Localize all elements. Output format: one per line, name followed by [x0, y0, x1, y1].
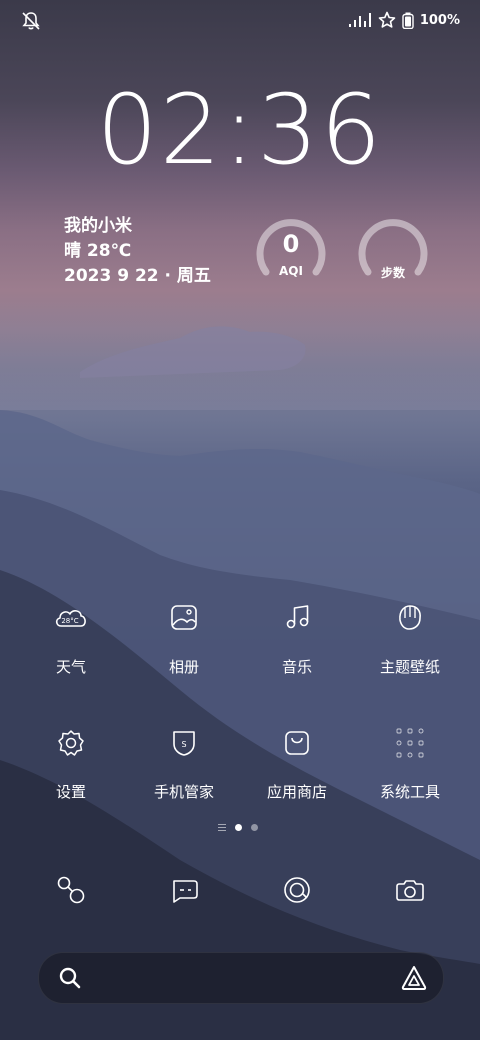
weather-text: 晴 28℃ [64, 241, 132, 261]
status-icons: 100% [348, 11, 460, 29]
app-label: 相册 [168, 658, 199, 676]
weather-icon: 28°C [55, 610, 86, 627]
security-icon: S [173, 731, 195, 756]
app-store-icon [285, 731, 309, 755]
steps-label: 步数 [380, 266, 405, 280]
device-name: 我的小米 [64, 216, 132, 236]
app-label: 设置 [55, 783, 86, 801]
date-text: 2023 9 22 · 周五 [64, 266, 211, 286]
security-badge: S [181, 740, 186, 749]
app-theme[interactable]: 主题壁纸 [355, 598, 465, 677]
bell-muted-icon [22, 12, 40, 30]
camera-icon[interactable] [392, 872, 428, 908]
aqi-widget[interactable]: 0 AQI [254, 212, 328, 286]
app-label: 天气 [55, 658, 86, 676]
app-store[interactable]: 应用商店 [242, 723, 352, 802]
messages-icon[interactable] [166, 872, 202, 908]
app-label: 手机管家 [153, 783, 214, 801]
signal-icon [348, 13, 371, 27]
page-dot-2[interactable] [251, 824, 258, 831]
app-gallery[interactable]: 相册 [129, 598, 239, 677]
app-music[interactable]: 音乐 [242, 598, 352, 677]
folder-icon [396, 728, 424, 758]
aqi-value: 0 [282, 230, 300, 258]
app-weather[interactable]: 28°C 天气 [16, 598, 126, 677]
settings-icon [58, 730, 84, 756]
app-system-tools[interactable]: 系统工具 [355, 723, 465, 802]
clock-time[interactable]: 02:36 [0, 82, 480, 178]
theme-icon [399, 605, 421, 630]
page-dot-1[interactable] [235, 824, 242, 831]
battery-icon [402, 12, 414, 29]
star-icon [378, 11, 396, 28]
page-indicator[interactable] [218, 824, 258, 831]
app-label: 应用商店 [266, 783, 327, 801]
music-icon [286, 605, 309, 629]
app-settings[interactable]: 设置 [16, 723, 126, 802]
home-screen: 100% 02:36 我的小米 晴 28℃ 2023 9 22 · 周五 0 A… [0, 0, 480, 1040]
app-label: 主题壁纸 [379, 658, 440, 676]
steps-widget[interactable]: 步数 [356, 212, 430, 286]
aqi-label: AQI [279, 264, 303, 278]
search-icon[interactable] [57, 965, 83, 991]
phone-icon[interactable] [53, 872, 89, 908]
gallery-icon [171, 605, 197, 630]
battery-text: 100% [419, 12, 460, 28]
browser-icon[interactable] [279, 872, 315, 908]
assistant-icon[interactable] [399, 963, 429, 993]
page-menu-icon[interactable] [218, 824, 226, 831]
app-label: 系统工具 [379, 783, 440, 801]
weather-badge: 28°C [61, 617, 78, 625]
info-widget[interactable]: 我的小米 晴 28℃ 2023 9 22 · 周五 [64, 214, 211, 289]
app-security[interactable]: S 手机管家 [129, 723, 239, 802]
app-label: 音乐 [281, 658, 312, 676]
search-bar[interactable] [38, 952, 444, 1004]
